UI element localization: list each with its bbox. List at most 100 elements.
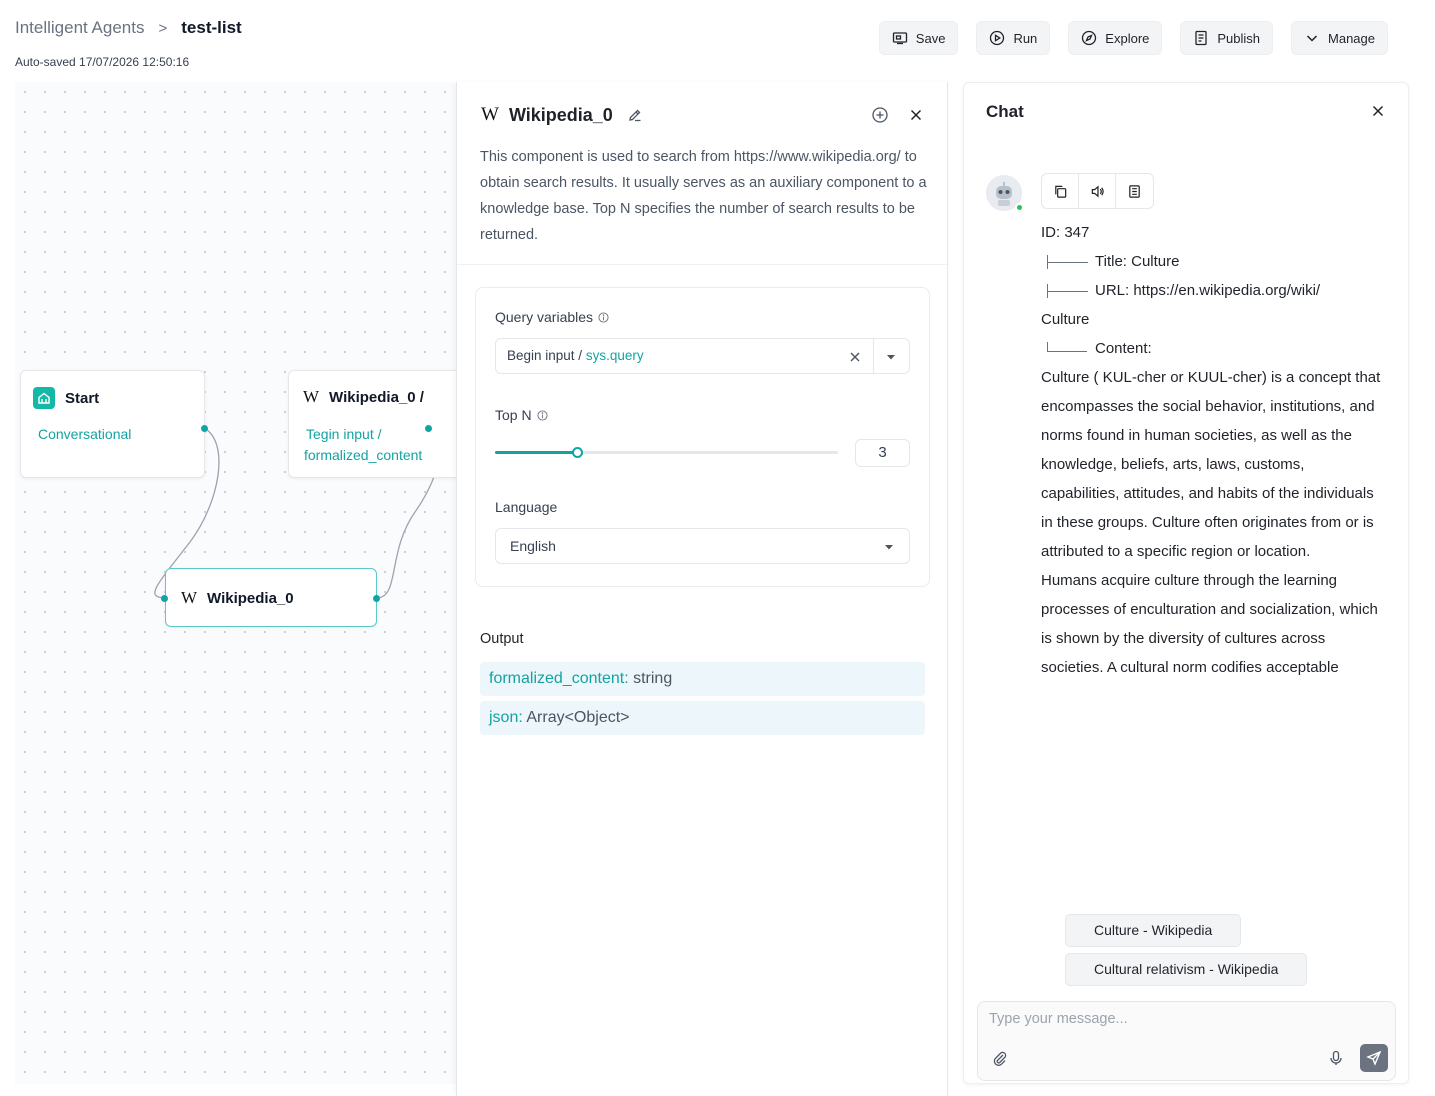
- prompt-button[interactable]: [1116, 174, 1153, 208]
- publish-button[interactable]: Publish: [1180, 21, 1274, 55]
- add-circle-icon[interactable]: [871, 106, 889, 124]
- top-n-slider[interactable]: [495, 447, 838, 458]
- wikipedia-ref-node-title: W Wikipedia_0 /: [303, 387, 424, 407]
- save-icon: [892, 32, 907, 45]
- start-node-subtitle: Conversational: [38, 426, 132, 442]
- panel-divider: [457, 264, 947, 265]
- assistant-message: ID: 347 Title: Culture URL: https://en.w…: [1041, 218, 1381, 682]
- online-status-dot: [1015, 203, 1024, 212]
- start-node[interactable]: Start Conversational: [20, 370, 205, 478]
- language-label: Language: [495, 499, 558, 515]
- paperclip-icon[interactable]: [992, 1050, 1008, 1066]
- message-paragraph: Culture ( KUL-cher or KUUL-cher) is a co…: [1041, 369, 1381, 560]
- microphone-icon[interactable]: [1328, 1050, 1344, 1066]
- message-url-line: URL: https://en.wikipedia.org/wiki/: [1041, 276, 1381, 305]
- message-actions: [1041, 173, 1154, 209]
- start-node-output-port[interactable]: [201, 425, 208, 432]
- wikipedia-icon: W: [181, 588, 198, 607]
- save-button[interactable]: Save: [878, 21, 959, 55]
- caret-down-icon[interactable]: [885, 351, 897, 363]
- tree-end: [1047, 341, 1087, 352]
- breadcrumb-separator: >: [158, 19, 168, 37]
- tree-branch: [1047, 283, 1088, 298]
- copy-button[interactable]: [1042, 174, 1079, 208]
- breadcrumb-root-link[interactable]: Intelligent Agents: [15, 18, 144, 38]
- message-id: ID: 347: [1041, 224, 1090, 241]
- document-icon: [1129, 184, 1140, 198]
- info-icon[interactable]: [537, 409, 548, 421]
- close-icon[interactable]: [907, 106, 925, 124]
- close-icon[interactable]: [1370, 103, 1386, 119]
- run-label: Run: [1013, 30, 1038, 46]
- reference-link[interactable]: Culture - Wikipedia: [1065, 914, 1242, 947]
- message-content-label: Content:: [1095, 340, 1152, 357]
- output-key: formalized_content:: [489, 670, 629, 687]
- chat-title: Chat: [986, 102, 1024, 121]
- toolbar: Save Run Explore Publish Manage: [878, 21, 1388, 55]
- breadcrumb-current: test-list: [181, 18, 242, 37]
- home-icon: [33, 387, 55, 409]
- wikipedia-node-title: W Wikipedia_0: [181, 588, 294, 608]
- message-title-line: Title: Culture: [1041, 247, 1381, 276]
- query-variables-value: Begin input / sys.query: [507, 348, 644, 363]
- wikipedia-ref-line2: formalized_content: [304, 447, 423, 463]
- compass-icon: [1082, 30, 1097, 46]
- query-variable: sys.query: [585, 348, 644, 363]
- run-button[interactable]: Run: [976, 21, 1051, 55]
- wikipedia-ref-node-var: Tegin input / formalized_content: [304, 424, 422, 466]
- explore-label: Explore: [1105, 30, 1150, 46]
- top-n-label-text: Top N: [495, 407, 532, 423]
- wikipedia-ref-node[interactable]: W Wikipedia_0 / Tegin input / formalized…: [288, 370, 468, 478]
- start-node-title: Start: [33, 387, 99, 409]
- query-prefix: Begin input /: [507, 348, 586, 363]
- top-n-slider-handle[interactable]: [572, 447, 583, 458]
- publish-icon: [1195, 30, 1208, 46]
- tree-branch: [1047, 254, 1088, 269]
- message-content-line: Content:: [1041, 334, 1381, 363]
- panel-header: W Wikipedia_0: [481, 104, 643, 126]
- wikipedia-node-input-port[interactable]: [161, 595, 168, 602]
- message-url-continued: Culture: [1041, 311, 1090, 328]
- wikipedia-icon: W: [303, 387, 320, 406]
- query-variables-label: Query variables: [495, 309, 609, 325]
- flow-canvas[interactable]: Start Conversational W Wikipedia_0 / Teg…: [15, 82, 468, 1084]
- wikipedia-ref-node-label: Wikipedia_0 /: [329, 388, 424, 406]
- wikipedia-node-output-port[interactable]: [373, 595, 380, 602]
- query-variables-select[interactable]: Begin input / sys.query: [495, 338, 910, 374]
- panel-title: Wikipedia_0: [508, 104, 613, 125]
- wikipedia-node[interactable]: W Wikipedia_0: [165, 568, 377, 627]
- component-description: This component is used to search from ht…: [480, 149, 927, 243]
- message-url[interactable]: URL: https://en.wikipedia.org/wiki/: [1095, 276, 1320, 305]
- manage-label: Manage: [1328, 30, 1375, 46]
- language-select[interactable]: English: [495, 528, 910, 564]
- clear-icon[interactable]: [848, 350, 862, 364]
- output-label: Output: [480, 631, 524, 647]
- send-icon: [1366, 1050, 1382, 1066]
- header: Intelligent Agents > test-list Auto-save…: [0, 0, 1435, 80]
- play-icon: [990, 30, 1005, 46]
- copy-icon: [1054, 185, 1066, 198]
- send-button[interactable]: [1360, 1044, 1388, 1072]
- message-input[interactable]: [989, 1011, 1369, 1027]
- manage-button[interactable]: Manage: [1291, 21, 1388, 55]
- message-title: Title: Culture: [1095, 253, 1180, 270]
- reference-link[interactable]: Cultural relativism - Wikipedia: [1065, 953, 1308, 986]
- language-value: English: [510, 538, 556, 554]
- output-type: Array<Object>: [522, 709, 630, 726]
- top-n-input[interactable]: 3: [855, 439, 910, 467]
- panel-actions: [871, 106, 925, 124]
- autosave-status: Auto-saved 17/07/2026 12:50:16: [15, 55, 190, 69]
- edit-icon[interactable]: [627, 107, 643, 123]
- settings-form: Query variables Begin input / sys.query …: [475, 287, 930, 587]
- save-label: Save: [915, 30, 946, 46]
- explore-button[interactable]: Explore: [1068, 21, 1163, 55]
- caret-down-icon: [885, 545, 893, 550]
- query-variables-label-text: Query variables: [495, 309, 594, 325]
- wikipedia-ref-node-port[interactable]: [425, 425, 432, 432]
- assistant-avatar: [986, 175, 1024, 212]
- read-aloud-button[interactable]: [1079, 174, 1116, 208]
- chat-input-box: [977, 1001, 1396, 1081]
- wikipedia-icon: W: [481, 104, 499, 125]
- start-node-label: Start: [65, 389, 100, 407]
- info-icon[interactable]: [598, 311, 609, 323]
